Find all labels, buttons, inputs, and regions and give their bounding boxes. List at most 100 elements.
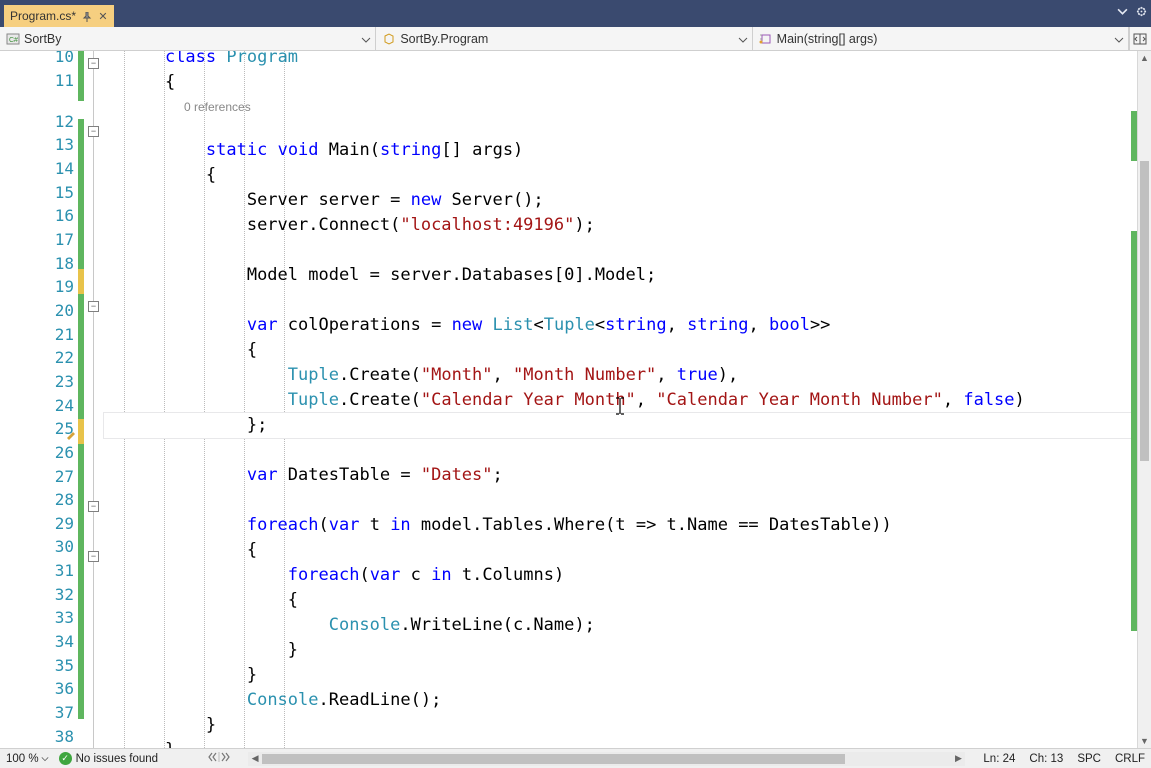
codelens-references[interactable]: 0 references	[104, 95, 1151, 113]
code-line[interactable]: var DatesTable = "Dates";	[104, 463, 1151, 488]
tab-overflow-icon[interactable]	[1117, 4, 1128, 22]
issues-indicator[interactable]: ✓ No issues found	[59, 752, 158, 765]
line-value: 24	[1003, 753, 1016, 765]
code-line[interactable]: static void Main(string[] args)	[104, 138, 1151, 163]
line-number: 11	[0, 69, 78, 93]
code-line[interactable]: }	[104, 638, 1151, 663]
code-line[interactable]: class Program	[104, 51, 1151, 70]
code-line[interactable]: foreach(var c in t.Columns)	[104, 563, 1151, 588]
outline-collapse-toggle[interactable]: −	[88, 551, 99, 562]
code-line[interactable]: Console.WriteLine(c.Name);	[104, 613, 1151, 638]
horizontal-scrollbar[interactable]: ◀ ▶	[248, 752, 965, 766]
navigation-bar: C# SortBy SortBy.Program Main(string[] a…	[0, 27, 1151, 51]
tab-filename: Program.cs*	[10, 9, 76, 23]
code-line[interactable]: {	[104, 538, 1151, 563]
code-line[interactable]	[104, 238, 1151, 263]
status-bar: 100 % ✓ No issues found ◀ ▶ Ln: 24 Ch: 1…	[0, 748, 1151, 768]
code-line[interactable]	[104, 288, 1151, 313]
insert-mode[interactable]: SPC	[1077, 753, 1101, 765]
code-editor[interactable]: 1011121314151617181920212223242526272829…	[0, 51, 1151, 748]
scroll-down-icon[interactable]: ▼	[1138, 734, 1151, 748]
pin-icon[interactable]	[82, 11, 92, 21]
check-icon: ✓	[59, 752, 72, 765]
line-number: 29	[0, 512, 78, 536]
code-line[interactable]: Tuple.Create("Calendar Year Month", "Cal…	[104, 388, 1151, 413]
close-tab-icon[interactable]: ✕	[98, 11, 108, 21]
vertical-scrollbar[interactable]: ▲ ▼	[1137, 51, 1151, 748]
project-dropdown[interactable]: C# SortBy	[0, 27, 376, 50]
line-number: 20	[0, 299, 78, 323]
class-icon	[382, 32, 396, 46]
member-name: Main(string[] args)	[777, 32, 878, 46]
line-number: 28	[0, 488, 78, 512]
line-number-gutter: 1011121314151617181920212223242526272829…	[0, 51, 78, 748]
scrollbar-thumb[interactable]	[262, 754, 845, 764]
line-number: 35	[0, 653, 78, 677]
line-number: 10	[0, 51, 78, 69]
code-line[interactable]: var colOperations = new List<Tuple<strin…	[104, 313, 1151, 338]
project-name: SortBy	[24, 32, 62, 46]
line-number: 12	[0, 109, 78, 133]
member-dropdown[interactable]: Main(string[] args)	[753, 27, 1129, 50]
class-name: SortBy.Program	[400, 32, 488, 46]
code-line[interactable]: }	[104, 713, 1151, 738]
line-number: 17	[0, 228, 78, 252]
error-nav-icon[interactable]	[208, 751, 230, 766]
outline-collapse-toggle[interactable]: −	[88, 126, 99, 137]
outline-collapse-toggle[interactable]: −	[88, 501, 99, 512]
line-number: 19	[0, 275, 78, 299]
class-dropdown[interactable]: SortBy.Program	[376, 27, 752, 50]
line-number: 21	[0, 322, 78, 346]
code-line[interactable]: Model model = server.Databases[0].Model;	[104, 263, 1151, 288]
line-number: 31	[0, 559, 78, 583]
scroll-right-icon[interactable]: ▶	[951, 752, 965, 766]
code-line[interactable]: {	[104, 163, 1151, 188]
chevron-down-icon	[361, 34, 371, 44]
scroll-left-icon[interactable]: ◀	[248, 752, 262, 766]
code-area[interactable]: class Program {0 references static void …	[104, 51, 1151, 748]
chevron-down-icon	[1114, 34, 1124, 44]
code-line[interactable]: foreach(var t in model.Tables.Where(t =>…	[104, 513, 1151, 538]
code-line[interactable]	[104, 488, 1151, 513]
code-line[interactable]: Console.ReadLine();	[104, 688, 1151, 713]
csharp-project-icon: C#	[6, 32, 20, 46]
code-line[interactable]: Server server = new Server();	[104, 188, 1151, 213]
line-number: 32	[0, 582, 78, 606]
code-line[interactable]: {	[104, 70, 1151, 95]
code-line[interactable]: server.Connect("localhost:49196");	[104, 213, 1151, 238]
zoom-value: 100 %	[6, 753, 39, 765]
window-options-icon[interactable]	[1136, 4, 1147, 22]
outline-strip: − − − − −	[84, 51, 104, 748]
line-ending[interactable]: CRLF	[1115, 753, 1145, 765]
outline-collapse-toggle[interactable]: −	[88, 301, 99, 312]
line-number: 22	[0, 346, 78, 370]
text-caret-icon	[614, 397, 616, 423]
code-line[interactable]: }	[104, 663, 1151, 688]
code-line[interactable]	[104, 438, 1151, 463]
code-line[interactable]: {	[104, 588, 1151, 613]
file-tab[interactable]: Program.cs* ✕	[4, 5, 114, 27]
line-number: 38	[0, 724, 78, 748]
line-number: 26	[0, 441, 78, 465]
code-line[interactable]: };	[104, 413, 1151, 438]
split-editor-button[interactable]	[1129, 27, 1151, 50]
edit-marker-icon	[66, 426, 76, 436]
method-icon	[759, 32, 773, 46]
code-line[interactable]: }	[104, 738, 1151, 748]
line-number: 34	[0, 630, 78, 654]
line-number: 23	[0, 370, 78, 394]
line-number: 24	[0, 393, 78, 417]
scroll-up-icon[interactable]: ▲	[1138, 51, 1151, 65]
scrollbar-thumb[interactable]	[1140, 161, 1149, 461]
line-number: 18	[0, 251, 78, 275]
line-number: 14	[0, 157, 78, 181]
issues-text: No issues found	[76, 753, 158, 765]
line-number: 15	[0, 180, 78, 204]
code-line[interactable]: {	[104, 338, 1151, 363]
code-line[interactable]	[104, 113, 1151, 138]
line-number: 27	[0, 464, 78, 488]
outline-collapse-toggle[interactable]: −	[88, 58, 99, 69]
code-line[interactable]: Tuple.Create("Month", "Month Number", tr…	[104, 363, 1151, 388]
zoom-dropdown[interactable]: 100 %	[6, 753, 49, 765]
line-number: 37	[0, 701, 78, 725]
